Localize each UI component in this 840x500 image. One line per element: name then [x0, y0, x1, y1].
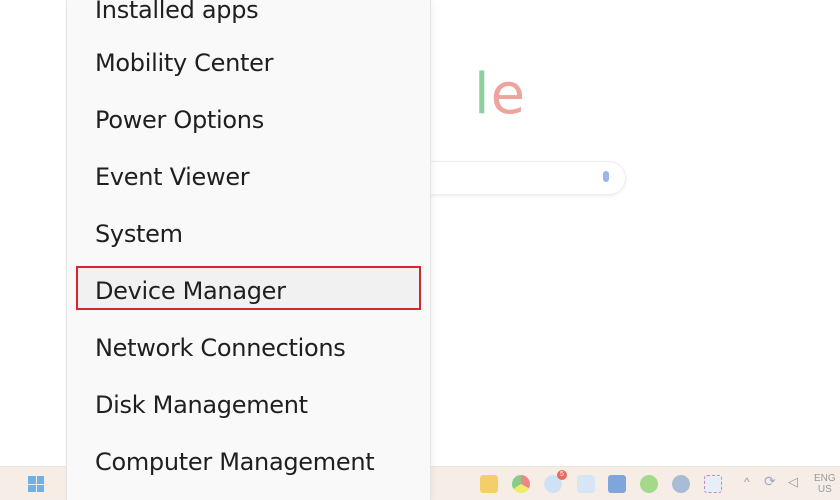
menu-item-power-options[interactable]: Power Options	[95, 106, 264, 134]
snipping-tool-icon[interactable]	[704, 475, 722, 493]
chrome-icon[interactable]	[512, 475, 530, 493]
menu-item-system[interactable]: System	[95, 220, 183, 248]
zalo-icon[interactable]: 5	[544, 470, 567, 493]
file-explorer-icon[interactable]	[480, 475, 498, 493]
start-icon[interactable]	[28, 476, 44, 492]
word-icon[interactable]	[608, 475, 626, 493]
menu-item-network-connections[interactable]: Network Connections	[95, 334, 346, 362]
app-icon[interactable]	[640, 475, 658, 493]
microphone-icon[interactable]	[603, 171, 609, 182]
menu-item-mobility-center[interactable]: Mobility Center	[95, 49, 273, 77]
menu-item-computer-management[interactable]: Computer Management	[95, 448, 375, 476]
language-indicator[interactable]: ENG US	[814, 473, 836, 495]
monitor-icon[interactable]	[577, 475, 595, 493]
google-logo-partial: le	[474, 62, 527, 127]
notification-badge: 5	[557, 470, 567, 480]
settings-icon[interactable]	[672, 475, 690, 493]
desktop-left	[0, 0, 66, 466]
menu-item-disk-management[interactable]: Disk Management	[95, 391, 308, 419]
menu-item-event-viewer[interactable]: Event Viewer	[95, 163, 250, 191]
sync-icon[interactable]: ⟳	[764, 474, 776, 488]
chevron-up-icon[interactable]: ^	[744, 476, 750, 488]
search-box[interactable]	[430, 161, 626, 195]
quick-link-menu: Installed apps Mobility Center Power Opt…	[66, 0, 431, 500]
send-icon[interactable]: ◁	[788, 475, 798, 488]
menu-item-device-manager[interactable]: Device Manager	[95, 277, 286, 305]
menu-item-installed-apps[interactable]: Installed apps	[95, 0, 259, 24]
